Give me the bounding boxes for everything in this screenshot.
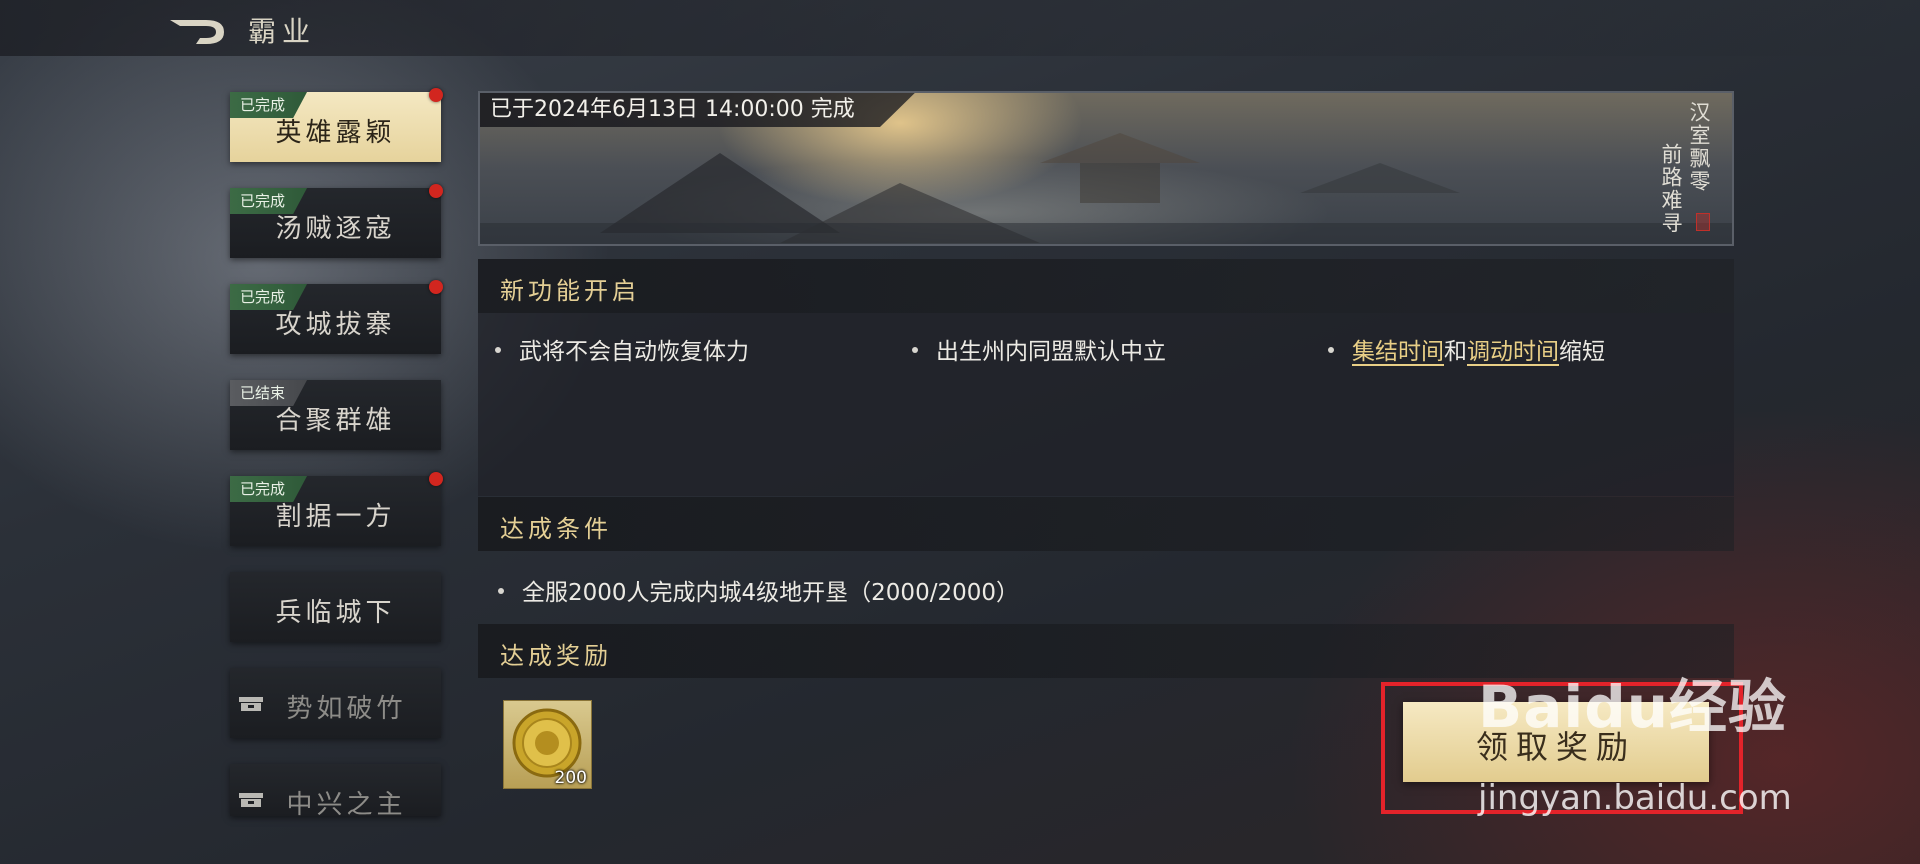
poem-line: 前路难寻 bbox=[1659, 143, 1683, 235]
page-title: 霸业 bbox=[248, 15, 317, 48]
feature-item: 武将不会自动恢复体力 bbox=[495, 332, 749, 366]
bullet-icon bbox=[912, 346, 918, 353]
section-title: 达成奖励 bbox=[500, 642, 612, 670]
section-header-features: 新功能开启 bbox=[478, 259, 1734, 313]
sidebar-item-dangzei[interactable]: 汤贼逐寇 已完成 bbox=[230, 184, 443, 258]
section-title: 新功能开启 bbox=[500, 277, 640, 305]
feature-item: 出生州内同盟默认中立 bbox=[912, 332, 1166, 366]
feature-item: 集结时间和调动时间缩短 bbox=[1328, 332, 1605, 366]
bullet-icon bbox=[495, 346, 501, 353]
seal-icon bbox=[1696, 213, 1710, 231]
banner-poem: 汉室飘零 前路难寻 bbox=[1659, 101, 1716, 241]
poem-line: 汉室飘零 bbox=[1687, 101, 1711, 193]
watermark-url: jingyan.baidu.com bbox=[1478, 778, 1792, 818]
back-button[interactable] bbox=[166, 12, 230, 48]
sidebar-item-label: 势如破竹 bbox=[286, 694, 407, 724]
sidebar-item-gongcheng[interactable]: 攻城拔寨 已完成 bbox=[230, 280, 443, 354]
link-move-time[interactable]: 调动时间 bbox=[1467, 339, 1559, 365]
sidebar-item-label: 中兴之主 bbox=[286, 790, 407, 820]
red-dot-icon bbox=[429, 280, 443, 294]
completion-status: 已于2024年6月13日 14:00:00 完成 bbox=[480, 93, 915, 127]
reward-count: 200 bbox=[554, 768, 587, 788]
sidebar-item-shiru[interactable]: 势如破竹 bbox=[230, 668, 441, 738]
back-arrow-icon bbox=[170, 20, 224, 44]
condition-item: 全服2000人完成内城4级地开垦（2000/2000） bbox=[498, 573, 1019, 607]
stage-banner: 已于2024年6月13日 14:00:00 完成 汉室飘零 前路难寻 bbox=[478, 91, 1734, 246]
bullet-icon bbox=[498, 587, 504, 594]
reward-item[interactable]: 200 bbox=[503, 700, 592, 789]
sidebar-item-zhongxing[interactable]: 中兴之主 bbox=[230, 764, 441, 820]
red-dot-icon bbox=[429, 472, 443, 486]
sidebar-item-geju[interactable]: 割据一方 已完成 bbox=[230, 472, 443, 546]
section-header-conditions: 达成条件 bbox=[478, 497, 1734, 551]
watermark-logo: Baidu经验 bbox=[1478, 673, 1788, 741]
link-gather-time[interactable]: 集结时间 bbox=[1352, 339, 1444, 365]
red-dot-icon bbox=[429, 88, 443, 102]
sidebar-item-yingxiong[interactable]: 英雄露颖 已完成 bbox=[230, 88, 443, 162]
section-title: 达成条件 bbox=[500, 515, 612, 543]
sidebar-item-label: 兵临城下 bbox=[275, 598, 396, 628]
red-dot-icon bbox=[429, 184, 443, 198]
bullet-icon bbox=[1328, 346, 1334, 353]
sidebar-item-binglin[interactable]: 兵临城下 bbox=[230, 572, 441, 642]
sidebar-item-heju[interactable]: 合聚群雄 已结束 bbox=[230, 380, 441, 450]
